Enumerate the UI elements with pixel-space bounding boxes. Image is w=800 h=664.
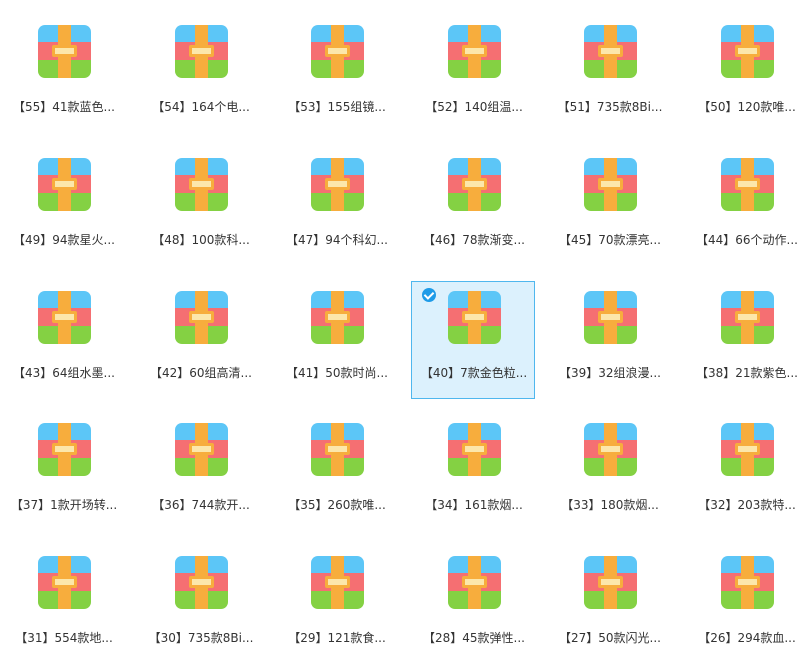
file-grid: 【55】41款蓝色... 【54】164个电... 【53】155组镜... 【52】…: [0, 0, 800, 664]
file-item[interactable]: 【51】735款8Bi...: [547, 15, 671, 133]
archive-icon: [311, 25, 364, 78]
file-name: 【53】155组镜...: [288, 100, 386, 114]
file-item[interactable]: 【26】294款血...: [684, 546, 800, 664]
file-item[interactable]: 【27】50款闪光...: [547, 546, 671, 664]
file-name: 【49】94款星火...: [13, 233, 115, 247]
file-item[interactable]: 【44】66个动作...: [684, 148, 800, 266]
archive-icon: [721, 291, 774, 344]
file-name: 【26】294款血...: [698, 631, 796, 645]
file-name: 【38】21款紫色...: [696, 366, 798, 380]
file-item[interactable]: 【33】180款烟...: [547, 413, 671, 531]
archive-icon: [311, 158, 364, 211]
file-item[interactable]: 【28】45款弹性...: [411, 546, 535, 664]
file-name: 【47】94个科幻...: [286, 233, 388, 247]
file-item[interactable]: 【34】161款烟...: [411, 413, 535, 531]
archive-icon: [721, 25, 774, 78]
archive-icon: [175, 291, 228, 344]
archive-icon: [584, 158, 637, 211]
archive-icon: [584, 423, 637, 476]
file-item[interactable]: 【45】70款漂亮...: [547, 148, 671, 266]
file-name: 【29】121款食...: [288, 631, 386, 645]
archive-icon: [448, 423, 501, 476]
file-name: 【40】7款金色粒...: [420, 366, 528, 380]
selected-check-icon[interactable]: [422, 288, 436, 302]
archive-icon: [721, 423, 774, 476]
archive-icon: [175, 158, 228, 211]
file-item[interactable]: 【30】735款8Bi...: [138, 546, 262, 664]
file-item[interactable]: 【29】121款食...: [274, 546, 398, 664]
file-item[interactable]: 【55】41款蓝色...: [1, 15, 125, 133]
file-item[interactable]: 【31】554款地...: [1, 546, 125, 664]
file-item[interactable]: 【41】50款时尚...: [274, 281, 398, 399]
archive-icon: [38, 158, 91, 211]
archive-icon: [448, 25, 501, 78]
file-item[interactable]: 【52】140组温...: [411, 15, 535, 133]
file-name: 【51】735款8Bi...: [557, 100, 663, 114]
file-name: 【36】744款开...: [152, 498, 250, 512]
file-name: 【44】66个动作...: [696, 233, 798, 247]
file-name: 【32】203款特...: [698, 498, 796, 512]
file-item[interactable]: 【32】203款特...: [684, 413, 800, 531]
archive-icon: [175, 556, 228, 609]
archive-icon: [448, 158, 501, 211]
archive-icon: [38, 556, 91, 609]
archive-icon: [584, 25, 637, 78]
file-item[interactable]: 【40】7款金色粒...: [411, 281, 535, 399]
archive-icon: [38, 25, 91, 78]
archive-icon: [38, 291, 91, 344]
archive-icon: [311, 291, 364, 344]
file-name: 【46】78款渐变...: [423, 233, 525, 247]
file-item[interactable]: 【53】155组镜...: [274, 15, 398, 133]
file-name: 【52】140组温...: [425, 100, 523, 114]
file-item[interactable]: 【38】21款紫色...: [684, 281, 800, 399]
file-name: 【43】64组水墨...: [13, 366, 115, 380]
archive-icon: [38, 423, 91, 476]
file-name: 【37】1款开场转...: [10, 498, 118, 512]
archive-icon: [448, 556, 501, 609]
archive-icon: [311, 556, 364, 609]
file-name: 【31】554款地...: [15, 631, 113, 645]
file-name: 【34】161款烟...: [425, 498, 523, 512]
file-item[interactable]: 【54】164个电...: [138, 15, 262, 133]
file-item[interactable]: 【43】64组水墨...: [1, 281, 125, 399]
file-item[interactable]: 【37】1款开场转...: [1, 413, 125, 531]
archive-icon: [584, 291, 637, 344]
file-name: 【45】70款漂亮...: [559, 233, 661, 247]
file-name: 【30】735款8Bi...: [148, 631, 254, 645]
archive-icon: [175, 423, 228, 476]
file-item[interactable]: 【49】94款星火...: [1, 148, 125, 266]
file-item[interactable]: 【36】744款开...: [138, 413, 262, 531]
file-name: 【33】180款烟...: [561, 498, 659, 512]
file-item[interactable]: 【46】78款渐变...: [411, 148, 535, 266]
file-name: 【41】50款时尚...: [286, 366, 388, 380]
file-item[interactable]: 【50】120款唯...: [684, 15, 800, 133]
file-name: 【28】45款弹性...: [423, 631, 525, 645]
file-item[interactable]: 【35】260款唯...: [274, 413, 398, 531]
file-item[interactable]: 【47】94个科幻...: [274, 148, 398, 266]
archive-icon: [175, 25, 228, 78]
file-name: 【35】260款唯...: [288, 498, 386, 512]
archive-icon: [721, 158, 774, 211]
archive-icon: [721, 556, 774, 609]
file-name: 【54】164个电...: [152, 100, 250, 114]
file-name: 【55】41款蓝色...: [13, 100, 115, 114]
file-item[interactable]: 【39】32组浪漫...: [547, 281, 671, 399]
archive-icon: [448, 291, 501, 344]
file-name: 【42】60组高清...: [150, 366, 252, 380]
file-name: 【39】32组浪漫...: [559, 366, 661, 380]
archive-icon: [584, 556, 637, 609]
file-name: 【48】100款科...: [152, 233, 250, 247]
archive-icon: [311, 423, 364, 476]
file-name: 【27】50款闪光...: [559, 631, 661, 645]
file-name: 【50】120款唯...: [698, 100, 796, 114]
file-item[interactable]: 【48】100款科...: [138, 148, 262, 266]
file-item[interactable]: 【42】60组高清...: [138, 281, 262, 399]
